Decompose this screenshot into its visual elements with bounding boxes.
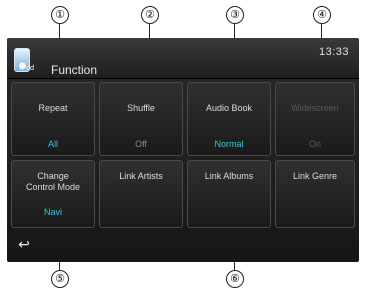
shuffle-value: Off [135, 139, 147, 149]
widescreen-value: On [308, 139, 321, 149]
device-screen: iPod Function 13:33 Repeat All Shuffle O… [7, 38, 359, 262]
callout-6: ⑥ [226, 270, 244, 288]
audio-book-button[interactable]: Audio Book Normal [187, 82, 271, 156]
link-genre-button[interactable]: Link Genre [275, 160, 355, 228]
callout-4: ④ [313, 6, 331, 24]
change-control-mode-label: Change Control Mode [25, 171, 81, 192]
page-title: Function [51, 63, 98, 77]
audio-book-label: Audio Book [205, 103, 253, 113]
widescreen-button[interactable]: Widescreen On [275, 82, 355, 156]
shuffle-label: Shuffle [127, 103, 155, 113]
screen-header: iPod Function 13:33 [7, 38, 359, 79]
link-albums-button[interactable]: Link Albums [187, 160, 271, 228]
link-genre-label: Link Genre [292, 171, 338, 181]
repeat-value: All [47, 139, 58, 149]
change-control-mode-button[interactable]: Change Control Mode Navi [11, 160, 95, 228]
back-arrow-icon[interactable]: ↩ [10, 232, 38, 256]
callout-2: ② [141, 6, 159, 24]
callout-5: ⑤ [51, 270, 69, 288]
repeat-label: Repeat [38, 103, 68, 113]
link-artists-label: Link Artists [119, 171, 163, 181]
widescreen-label: Widescreen [291, 103, 339, 113]
link-albums-label: Link Albums [204, 171, 254, 181]
clock: 13:33 [318, 46, 349, 58]
ipod-label: iPod [20, 65, 35, 72]
shuffle-button[interactable]: Shuffle Off [99, 82, 183, 156]
link-artists-button[interactable]: Link Artists [99, 160, 183, 228]
audio-book-value: Normal [214, 139, 244, 149]
repeat-button[interactable]: Repeat All [11, 82, 95, 156]
callout-1: ① [51, 6, 69, 24]
callout-3: ③ [226, 6, 244, 24]
change-control-mode-value: Navi [43, 207, 62, 217]
